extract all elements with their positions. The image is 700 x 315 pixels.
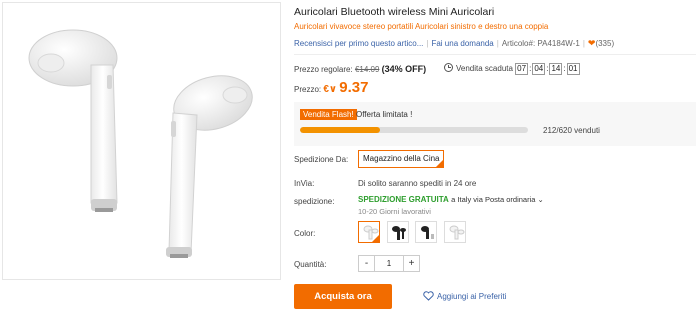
quantity-label: Quantità:	[294, 260, 327, 269]
dispatch-text: Di solito saranno spediti in 24 ore	[358, 179, 477, 188]
timer-hours: 04	[532, 63, 546, 75]
sold-progress-fill	[300, 127, 380, 133]
discount-badge: (34% OFF)	[381, 64, 427, 74]
timer-colon: :	[546, 64, 549, 73]
regular-price-value: €14.09	[354, 65, 380, 74]
sold-progress-bar	[300, 127, 528, 133]
quantity-stepper: - +	[358, 255, 420, 272]
warehouse-option[interactable]: Magazzino della Cina	[358, 150, 444, 168]
current-price: 9.37	[339, 79, 369, 96]
color-swatch-white-pair[interactable]	[358, 221, 380, 243]
likes-count: (335)	[595, 39, 615, 48]
product-info: Auricolari Bluetooth wireless Mini Auric…	[294, 0, 698, 315]
regular-price-label: Prezzo regolare:	[294, 65, 353, 74]
shipping-label: spedizione:	[294, 197, 335, 206]
earbuds-thumb-icon	[421, 226, 434, 239]
separator: |	[582, 39, 585, 48]
earbuds-thumb-icon	[392, 226, 406, 240]
timer-minutes: 14	[549, 63, 563, 75]
shipping-destination-select[interactable]: Italy via Posta ordinaria ⌄	[457, 195, 543, 204]
earbuds-image	[28, 29, 253, 258]
dispatch-label: InVia:	[294, 179, 315, 188]
wishlist-label: Aggiungi ai Preferiti	[437, 292, 507, 301]
sale-timer: Vendita scaduta 07:04:14:01	[444, 63, 580, 75]
color-swatch-black-single[interactable]	[415, 221, 437, 243]
timer-colon: :	[563, 64, 566, 73]
shipping-dest-prefix: a	[451, 195, 456, 204]
product-title: Auricolari Bluetooth wireless Mini Auric…	[294, 6, 495, 18]
timer-days: 07	[515, 63, 529, 75]
free-shipping-text: SPEDIZIONE GRATUITA	[358, 195, 449, 204]
flash-sale-box: Vendita Flash! Offerta limitata ! 212/62…	[294, 102, 696, 146]
selected-corner-icon	[436, 160, 443, 167]
price-label: Prezzo:	[294, 85, 322, 94]
quantity-decrease-button[interactable]: -	[359, 256, 375, 271]
color-swatch-black-pair[interactable]	[387, 221, 409, 243]
article-label: Articolo#:	[501, 39, 536, 48]
flash-sale-badge: Vendita Flash!	[300, 109, 357, 120]
product-meta-row: Recensisci per primo questo artico... | Fa…	[294, 38, 696, 49]
buy-now-button[interactable]: Acquista ora	[294, 284, 392, 309]
clock-icon	[444, 63, 453, 72]
ship-from-label: Spedizione Da:	[294, 155, 349, 164]
review-link[interactable]: Recensisci per primo questo artico...	[294, 39, 423, 48]
sale-expiry-label: Vendita scaduta	[456, 64, 513, 73]
shipping-destination-label: Italy via Posta ordinaria	[457, 195, 536, 204]
shipping-days: 10-20 Giorni lavorativi	[358, 207, 431, 216]
shipping-method: SPEDIZIONE GRATUITA a Italy via Posta or…	[358, 195, 544, 204]
product-subtitle: Auricolari vivavoce stereo portatili Aur…	[294, 22, 549, 31]
price-row: Prezzo: €∨ 9.37	[294, 79, 368, 96]
selected-corner-icon	[372, 235, 379, 242]
ask-question-link[interactable]: Fai una domanda	[431, 39, 493, 48]
heart-outline-icon	[423, 291, 434, 301]
earbuds-thumb-icon	[449, 225, 465, 240]
currency-select[interactable]: €∨	[323, 84, 337, 95]
sold-count: 212/620 venduti	[543, 126, 600, 135]
regular-price-row: Prezzo regolare: €14.09 (34% OFF)	[294, 64, 426, 74]
article-code: PA4184W-1	[537, 39, 580, 48]
product-image[interactable]	[2, 2, 281, 280]
flash-offer-text: Offerta limitata !	[356, 110, 413, 119]
separator: |	[496, 39, 499, 48]
quantity-input[interactable]	[375, 256, 403, 271]
color-label: Color:	[294, 229, 316, 238]
warehouse-label: Magazzino della Cina	[363, 154, 440, 163]
color-swatch-white-single[interactable]	[444, 221, 466, 243]
divider	[294, 54, 696, 55]
add-to-wishlist-link[interactable]: Aggiungi ai Preferiti	[423, 291, 506, 301]
chevron-down-icon: ⌄	[537, 195, 544, 204]
quantity-increase-button[interactable]: +	[403, 256, 419, 271]
timer-colon: :	[529, 64, 532, 73]
timer-seconds: 01	[566, 63, 580, 75]
separator: |	[426, 39, 429, 48]
